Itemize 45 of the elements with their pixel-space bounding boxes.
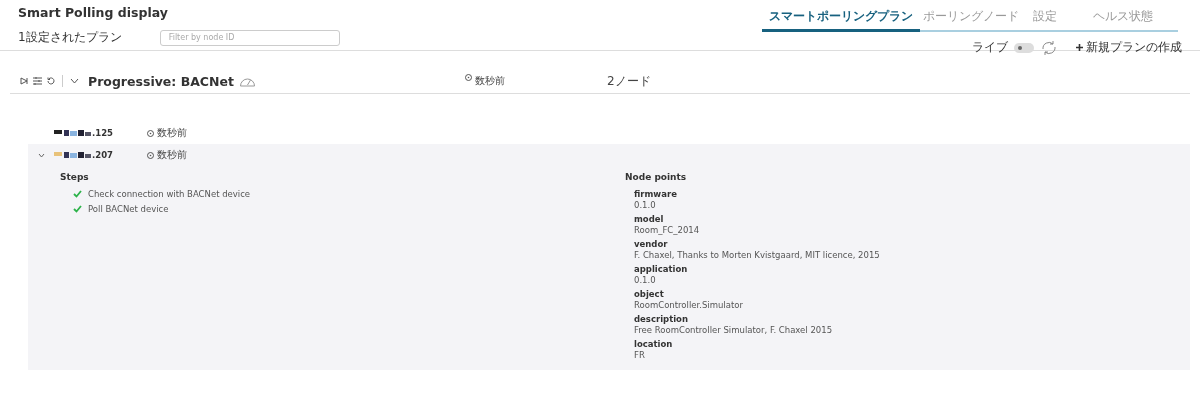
- node-id[interactable]: .125: [92, 128, 113, 138]
- point-value: FR: [634, 350, 646, 360]
- filter-icon[interactable]: [33, 77, 42, 85]
- point-value: Room_FC_2014: [634, 225, 701, 235]
- node-count: 2ノード: [606, 72, 651, 90]
- page-title: Smart Polling display: [18, 5, 169, 20]
- history-icon[interactable]: [47, 77, 55, 85]
- redacted-block: [54, 151, 92, 159]
- clock-icon: [464, 74, 472, 81]
- time-text: 数秒前: [157, 126, 187, 140]
- point-key: description: [634, 314, 1190, 324]
- time-text: 数秒前: [157, 148, 187, 162]
- node-id[interactable]: .207: [92, 150, 113, 160]
- point-value: 0.1.0: [634, 275, 657, 285]
- live-label: ライブ: [972, 39, 1008, 56]
- point-value: Free RoomController Simulator, F. Chaxel 2015: [634, 325, 834, 335]
- new-plan-button[interactable]: 新規プランの作成: [1076, 39, 1182, 56]
- time-text: 数秒前: [474, 74, 505, 88]
- point-key: vendor: [634, 239, 1190, 249]
- section-heading: Node points: [625, 172, 688, 182]
- point-value: 0.1.0: [634, 200, 657, 210]
- point-key: object: [634, 289, 1190, 299]
- step-label: Check connection with BACNet device: [88, 189, 251, 199]
- search-field[interactable]: Filter by node ID: [159, 29, 340, 46]
- chevron-icon[interactable]: [70, 78, 79, 84]
- step-label: Poll BACNet device: [88, 204, 169, 214]
- point-value: RoomController.Simulator: [634, 300, 744, 310]
- live-toggle[interactable]: [1014, 42, 1034, 53]
- redacted-block: [54, 129, 92, 137]
- point-key: location: [634, 339, 1190, 349]
- point-value: F. Chaxel, Thanks to Morten Kvistgaard, MIT licence, 2015: [634, 250, 881, 260]
- plan-name: Progressive: BACNet: [88, 73, 234, 89]
- point-key: application: [634, 264, 1190, 274]
- plan-count: 1設定されたプラン: [18, 29, 122, 46]
- skip-icon[interactable]: [20, 77, 28, 85]
- clock-icon: [147, 129, 154, 137]
- node-row[interactable]: .125 数秒前: [28, 122, 1190, 144]
- section-heading: Steps: [60, 172, 90, 182]
- refresh-icon[interactable]: [1040, 39, 1058, 56]
- plus-icon: [1076, 44, 1083, 51]
- chevron-icon[interactable]: [37, 152, 45, 158]
- point-key: model: [634, 214, 1190, 224]
- tab[interactable]: スマートポーリングプラン: [762, 6, 920, 32]
- point-key: firmware: [634, 189, 1190, 199]
- clock-icon: [147, 151, 154, 159]
